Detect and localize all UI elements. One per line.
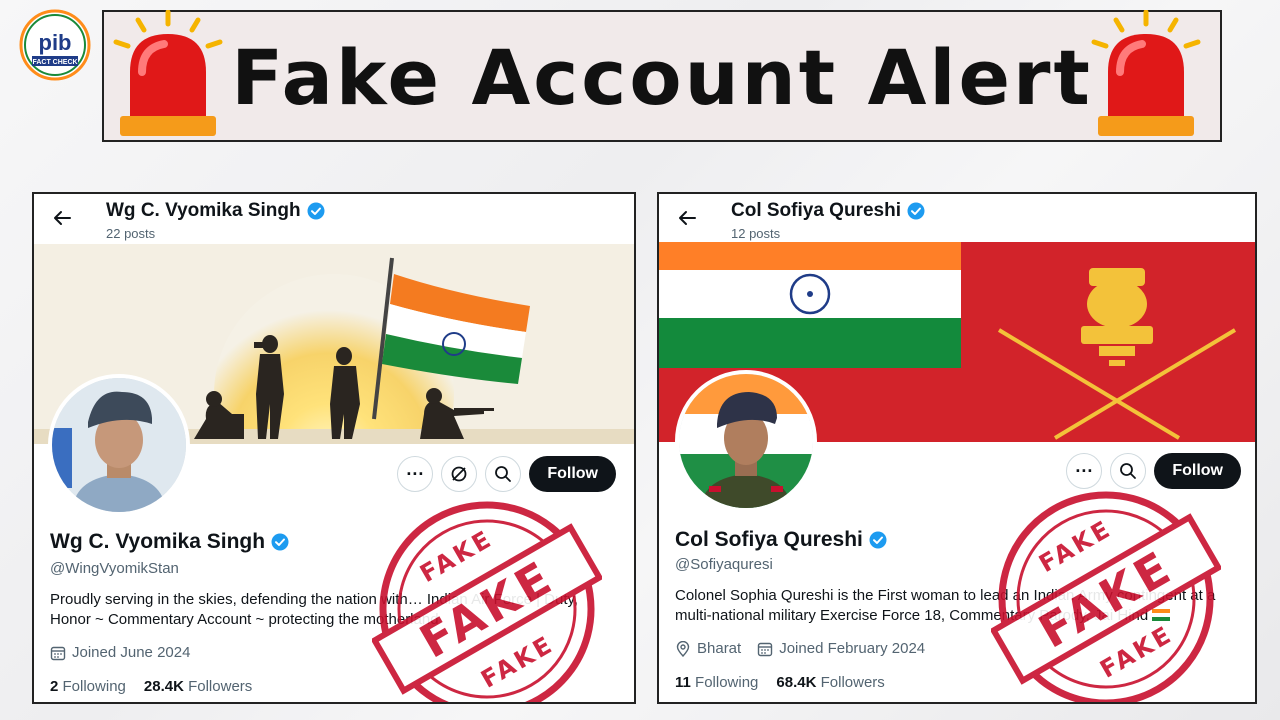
pib-fact-check-logo: pib FACT CHECK	[18, 8, 92, 82]
more-icon: ···	[406, 463, 425, 484]
more-options-button[interactable]: ···	[1066, 453, 1103, 489]
followers-count: 68.4K	[776, 674, 817, 691]
search-button[interactable]	[1110, 453, 1147, 489]
back-arrow-icon[interactable]	[52, 208, 72, 228]
svg-text:FAKE: FAKE	[1034, 514, 1117, 578]
location-text: Bharat	[697, 640, 742, 657]
post-count: 22 posts	[106, 226, 156, 241]
topbar-name-text: Wg C. Vyomika Singh	[106, 200, 301, 221]
profile-name-text: Wg C. Vyomika Singh	[50, 530, 266, 553]
svg-text:FAKE: FAKE	[415, 524, 498, 588]
following-link[interactable]: 2 Following	[50, 678, 126, 695]
calendar-icon	[50, 646, 66, 660]
profile-meta: Joined June 2024	[50, 644, 190, 661]
joined-date: Joined February 2024	[757, 640, 925, 657]
followers-link[interactable]: 28.4K Followers	[144, 678, 252, 695]
verified-badge-icon	[907, 202, 925, 220]
follow-counts: 2 Following 28.4K Followers	[50, 678, 252, 695]
search-icon	[495, 466, 512, 482]
profile-bio-text: Colonel Sophia Qureshi is the First woma…	[675, 587, 1216, 624]
location: Bharat	[675, 640, 741, 657]
followers-label: Followers	[820, 674, 885, 691]
joined-date: Joined June 2024	[50, 644, 190, 661]
svg-text:FAKE: FAKE	[476, 630, 559, 694]
siren-icon	[1091, 10, 1201, 136]
profile-avatar[interactable]	[48, 374, 190, 516]
svg-text:FACT CHECK: FACT CHECK	[32, 59, 77, 66]
search-button[interactable]	[485, 456, 522, 492]
follow-counts: 11 Following 68.4K Followers	[675, 674, 885, 691]
following-count: 11	[675, 674, 691, 691]
profile-actions: ··· Follow	[397, 456, 616, 492]
grok-button[interactable]	[441, 456, 478, 492]
profile-card-sofiya: Col Sofiya Qureshi 12 posts ··· Follow C…	[657, 192, 1257, 704]
profile-name: Col Sofiya Qureshi	[675, 528, 887, 552]
following-link[interactable]: 11 Following	[675, 674, 758, 691]
follow-button[interactable]: Follow	[1154, 453, 1241, 489]
topbar-name: Wg C. Vyomika Singh	[106, 200, 325, 222]
alert-banner: Fake Account Alert	[102, 10, 1222, 142]
profile-handle: @Sofiyaquresi	[675, 556, 773, 573]
followers-count: 28.4K	[143, 678, 184, 695]
profile-actions: ··· Follow	[1066, 453, 1241, 489]
follow-button[interactable]: Follow	[529, 456, 616, 492]
profile-topbar: Wg C. Vyomika Singh 22 posts	[34, 194, 634, 244]
grok-icon	[451, 466, 467, 482]
following-count: 2	[50, 678, 59, 695]
back-arrow-icon[interactable]	[677, 208, 697, 228]
calendar-icon	[758, 642, 773, 656]
siren-icon	[113, 10, 223, 136]
more-icon: ···	[1075, 460, 1094, 481]
following-label: Following	[695, 674, 759, 691]
profile-meta: Bharat Joined February 2024	[675, 640, 925, 657]
more-options-button[interactable]: ···	[397, 456, 434, 492]
post-count: 12 posts	[731, 226, 781, 241]
joined-text: Joined June 2024	[72, 644, 191, 661]
location-pin-icon	[676, 640, 690, 657]
verified-badge-icon	[307, 202, 325, 220]
profile-avatar[interactable]	[675, 370, 817, 512]
profile-name: Wg C. Vyomika Singh	[50, 530, 289, 554]
followers-label: Followers	[188, 678, 253, 695]
profile-bio: Colonel Sophia Qureshi is the First woma…	[675, 586, 1241, 626]
search-icon	[1120, 463, 1137, 479]
verified-badge-icon	[271, 533, 289, 551]
followers-link[interactable]: 68.4K Followers	[776, 674, 884, 691]
verified-badge-icon	[869, 531, 887, 549]
topbar-name-text: Col Sofiya Qureshi	[731, 200, 901, 221]
profile-bio: Proudly serving in the skies, defending …	[50, 591, 579, 628]
svg-text:pib: pib	[39, 30, 72, 55]
profile-card-vyomika: Wg C. Vyomika Singh 22 posts ··· Follow …	[32, 192, 636, 704]
profile-name-text: Col Sofiya Qureshi	[675, 528, 863, 551]
profile-handle: @WingVyomikStan	[50, 560, 179, 577]
india-flag-icon	[1152, 609, 1171, 621]
svg-text:FAKE: FAKE	[1095, 620, 1178, 684]
banner-title: Fake Account Alert	[231, 33, 1093, 122]
following-label: Following	[62, 678, 126, 695]
topbar-name: Col Sofiya Qureshi	[731, 200, 925, 222]
profile-topbar: Col Sofiya Qureshi 12 posts	[659, 194, 1255, 244]
joined-text: Joined February 2024	[779, 640, 926, 657]
